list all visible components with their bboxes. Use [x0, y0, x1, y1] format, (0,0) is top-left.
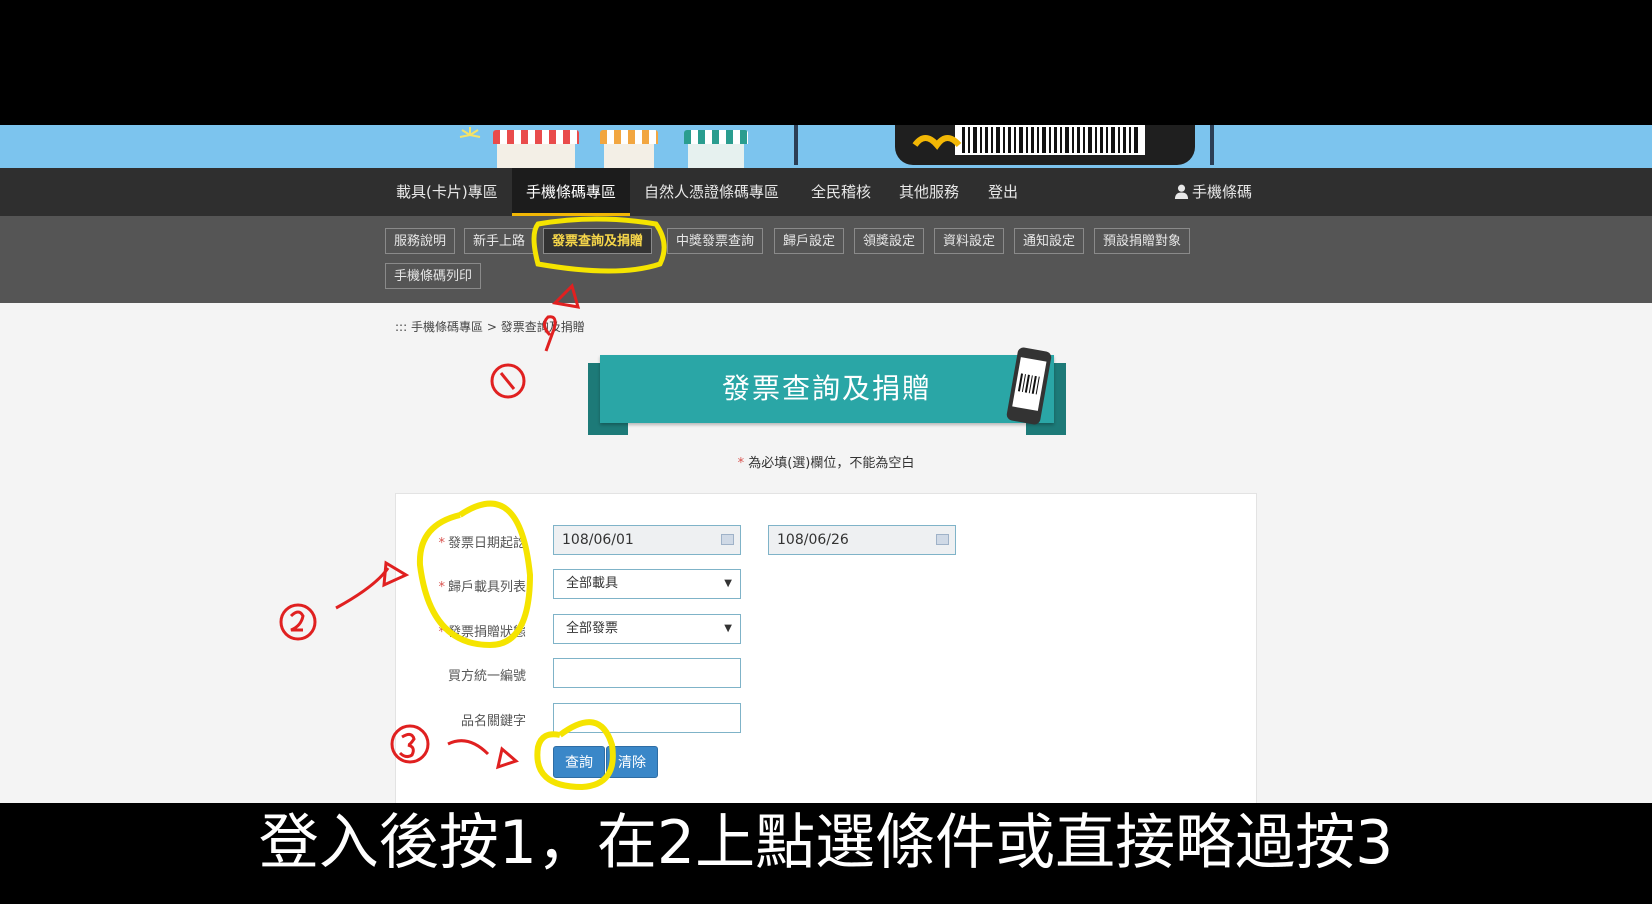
subnav-account-settings[interactable]: 歸戶設定: [774, 228, 845, 254]
breadcrumb-separator: >: [486, 320, 497, 334]
breadcrumb-current: 發票查詢及捐贈: [500, 320, 585, 334]
subnav-getting-started[interactable]: 新手上路: [464, 228, 535, 254]
shop-illustration: [493, 130, 579, 168]
required-star: *: [438, 536, 445, 551]
nav-item-citizen-certificate[interactable]: 自然人憑證條碼專區: [644, 168, 779, 216]
video-letterbox-top: [0, 0, 1652, 125]
video-letterbox-bottom: 登入後按1，在2上點選條件或直接略過按3: [0, 803, 1652, 904]
subnav-prize-settings[interactable]: 領獎設定: [854, 228, 925, 254]
shop-illustration: [684, 130, 748, 168]
mobile-phone-icon: [1006, 347, 1052, 425]
product-keyword-label: 品名關鍵字: [460, 714, 526, 729]
subnav-default-donation[interactable]: 預設捐贈對象: [1094, 228, 1191, 254]
firework-icon: [459, 127, 481, 138]
nav-item-audit[interactable]: 全民稽核: [811, 168, 871, 216]
dropdown-caret-icon: ▼: [724, 623, 732, 634]
subnav-service-info[interactable]: 服務說明: [385, 228, 456, 254]
subnav-invoice-query-donation[interactable]: 發票查詢及捐贈: [543, 228, 653, 254]
donation-status-label-text: 發票捐贈狀態: [447, 625, 526, 640]
phone-barcode-illustration: [794, 125, 1214, 165]
calendar-icon[interactable]: [936, 534, 949, 545]
main-nav: 載具(卡片)專區 手機條碼專區 自然人憑證條碼專區 全民稽核 其他服務 登出 手…: [0, 168, 1652, 216]
carrier-select[interactable]: 全部載具 ▼: [553, 569, 741, 599]
subnav-winning-invoice[interactable]: 中獎發票查詢: [667, 228, 764, 254]
carrier-list-label-text: 歸戶載具列表: [447, 580, 526, 595]
required-field-note: * 為必填(選)欄位，不能為空白: [0, 452, 1652, 471]
nav-item-other-services[interactable]: 其他服務: [899, 168, 959, 216]
required-note-text: 為必填(選)欄位，不能為空白: [748, 456, 915, 471]
date-start-input[interactable]: 108/06/01: [553, 525, 741, 555]
nav-item-carrier-card[interactable]: 載具(卡片)專區: [384, 168, 502, 216]
carrier-list-label: * 歸戶載具列表: [388, 576, 526, 595]
breadcrumb-prefix: :::: [395, 320, 408, 334]
subnav-barcode-print[interactable]: 手機條碼列印: [385, 263, 482, 289]
video-subtitle: 登入後按1，在2上點選條件或直接略過按3: [258, 808, 1394, 878]
calendar-icon[interactable]: [721, 534, 734, 545]
clear-button[interactable]: 清除: [606, 746, 658, 778]
date-end-input[interactable]: 108/06/26: [768, 525, 956, 555]
required-star: *: [438, 625, 445, 640]
date-end-value: 108/06/26: [777, 532, 849, 548]
donation-status-selected-value: 全部發票: [566, 621, 619, 636]
donation-status-label: * 發票捐贈狀態: [388, 621, 526, 640]
user-label: 手機條碼: [1192, 183, 1253, 201]
required-star: *: [438, 580, 445, 595]
page-title-banner: 發票查詢及捐贈: [588, 347, 1066, 435]
nav-item-logout[interactable]: 登出: [988, 168, 1018, 216]
breadcrumb: ::: 手機條碼專區 > 發票查詢及捐贈: [395, 318, 585, 335]
invoice-date-label-text: 發票日期起訖: [447, 536, 526, 551]
page-title: 發票查詢及捐贈: [721, 372, 932, 405]
product-keyword-input[interactable]: [553, 703, 741, 733]
required-star: *: [737, 456, 745, 471]
user-menu[interactable]: 手機條碼: [1174, 168, 1252, 216]
subnav-data-settings[interactable]: 資料設定: [934, 228, 1005, 254]
donation-status-select[interactable]: 全部發票 ▼: [553, 614, 741, 644]
shop-illustration: [600, 130, 658, 168]
user-icon: [1174, 184, 1189, 199]
date-start-value: 108/06/01: [562, 532, 634, 548]
dropdown-caret-icon: ▼: [724, 578, 732, 589]
sub-nav: 服務說明 新手上路 發票查詢及捐贈 中獎發票查詢 歸戶設定 領獎設定 資料設定 …: [0, 216, 1652, 303]
carrier-selected-value: 全部載具: [566, 576, 619, 591]
nav-item-mobile-barcode[interactable]: 手機條碼專區: [512, 168, 630, 216]
buyer-id-label: 買方統一編號: [447, 669, 526, 684]
subnav-notification-settings[interactable]: 通知設定: [1014, 228, 1085, 254]
query-button[interactable]: 查詢: [553, 746, 605, 778]
invoice-date-label: * 發票日期起訖: [388, 532, 526, 551]
breadcrumb-parent-link[interactable]: 手機條碼專區: [411, 320, 483, 334]
buyer-id-input[interactable]: [553, 658, 741, 688]
site-banner: [0, 125, 1652, 168]
